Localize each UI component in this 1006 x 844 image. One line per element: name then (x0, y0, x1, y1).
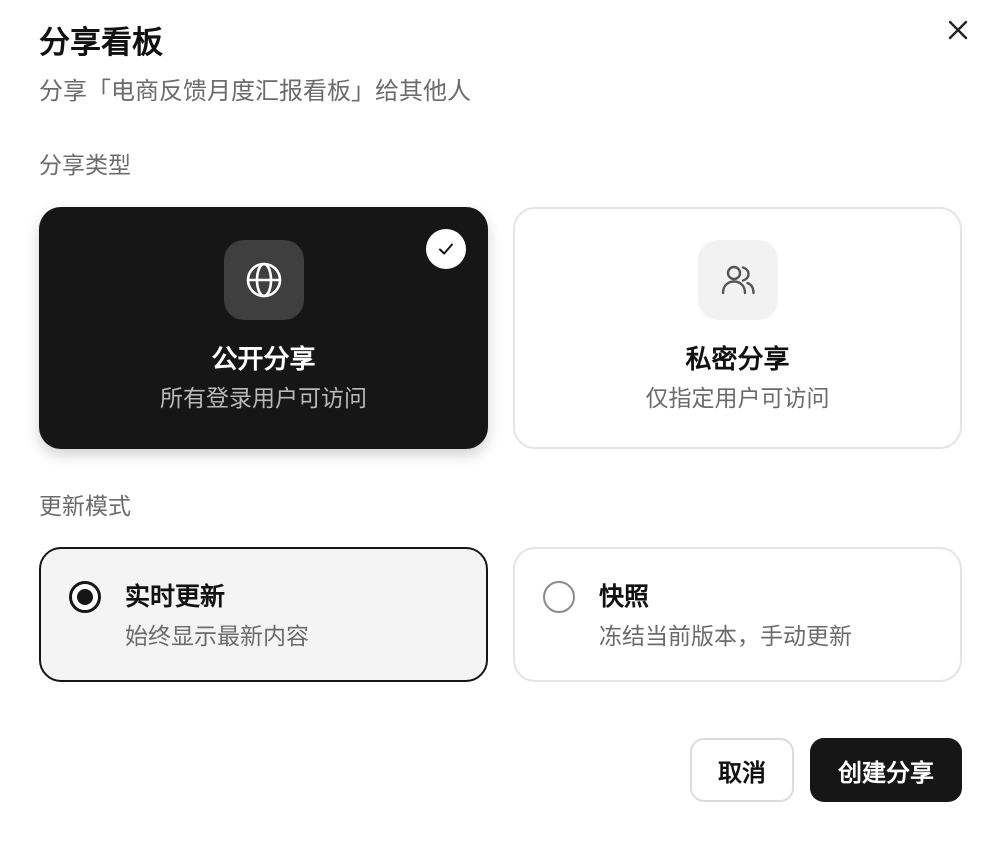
share-type-label: 分享类型 (39, 153, 131, 179)
update-mode-name: 快照 (599, 582, 650, 611)
selected-check-badge (426, 229, 466, 269)
share-type-option-public[interactable]: 公开分享 所有登录用户可访问 (39, 207, 488, 449)
share-type-desc: 所有登录用户可访问 (160, 386, 367, 412)
share-type-desc: 仅指定用户可访问 (645, 386, 830, 412)
update-mode-desc: 始终显示最新内容 (125, 624, 309, 650)
radio-button-unchecked[interactable] (543, 581, 575, 613)
public-icon-box (223, 240, 304, 320)
update-mode-desc: 冻结当前版本，手动更新 (599, 624, 852, 650)
share-type-option-private[interactable]: 私密分享 仅指定用户可访问 (513, 207, 962, 449)
private-icon-box (697, 240, 778, 320)
radio-button-checked[interactable] (69, 581, 101, 613)
update-mode-option-realtime[interactable]: 实时更新 始终显示最新内容 (39, 547, 488, 682)
update-mode-name: 实时更新 (125, 582, 226, 611)
check-icon (439, 243, 453, 255)
share-type-name: 公开分享 (211, 345, 316, 375)
dialog-title: 分享看板 (39, 25, 163, 61)
update-mode-option-snapshot[interactable]: 快照 冻结当前版本，手动更新 (513, 547, 962, 682)
users-icon (721, 265, 755, 295)
share-dashboard-dialog: 分享看板 分享「电商反馈月度汇报看板」给其他人 分享类型 公开分享 所有登录用户… (0, 0, 1006, 844)
globe-icon (246, 262, 281, 298)
create-share-button[interactable]: 创建分享 (810, 738, 962, 802)
dialog-subtitle: 分享「电商反馈月度汇报看板」给其他人 (39, 77, 471, 105)
close-button[interactable] (940, 12, 976, 48)
update-mode-label: 更新模式 (39, 494, 131, 520)
cancel-button[interactable]: 取消 (690, 738, 794, 802)
close-icon (948, 20, 968, 40)
share-type-name: 私密分享 (685, 345, 790, 375)
